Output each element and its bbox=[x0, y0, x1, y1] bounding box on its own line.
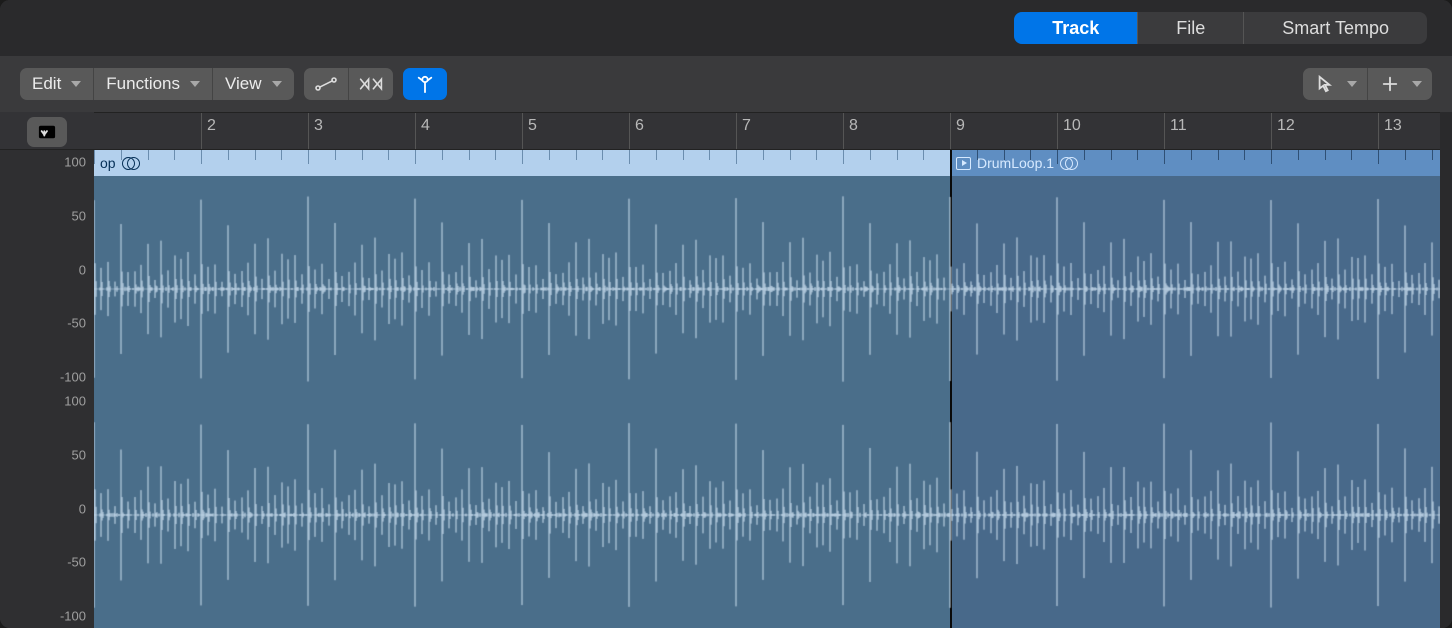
editor-tab-row: Track File Smart Tempo bbox=[0, 0, 1452, 56]
bar-number: 3 bbox=[314, 117, 323, 135]
bar-number: 9 bbox=[956, 117, 965, 135]
flex-button[interactable] bbox=[349, 68, 393, 100]
chevron-down-icon bbox=[1347, 81, 1357, 87]
catch-playhead-button[interactable] bbox=[403, 68, 447, 100]
tab-smart-tempo[interactable]: Smart Tempo bbox=[1243, 12, 1427, 44]
vertical-scrollbar[interactable] bbox=[1440, 112, 1452, 628]
tab-file[interactable]: File bbox=[1137, 12, 1243, 44]
bar-number: 10 bbox=[1063, 117, 1081, 135]
amp-label: -50 bbox=[67, 555, 86, 570]
amplitude-gutter: 100 100 50 50 0 0 -50 -50 -100 -100 bbox=[0, 150, 94, 628]
amp-label: -100 bbox=[60, 370, 86, 385]
amp-label: 0 bbox=[79, 262, 86, 277]
view-menu[interactable]: View bbox=[213, 68, 294, 100]
edit-menu[interactable]: Edit bbox=[20, 68, 94, 100]
chevron-down-icon bbox=[190, 81, 200, 87]
snap-menu-icon bbox=[1378, 75, 1402, 93]
bar-ruler[interactable]: 2 3 4 5 6 7 8 9 10 11 12 13 bbox=[94, 112, 1440, 150]
editor-toolbar: Edit Functions View bbox=[0, 56, 1452, 112]
amp-label: -50 bbox=[67, 316, 86, 331]
bar-number: 8 bbox=[849, 117, 858, 135]
bar-number: 6 bbox=[635, 117, 644, 135]
automation-button[interactable] bbox=[304, 68, 349, 100]
waveform bbox=[94, 176, 1440, 628]
flex-icon bbox=[359, 75, 383, 93]
inspector-toggle-button[interactable] bbox=[27, 117, 67, 147]
chevron-down-icon bbox=[272, 81, 282, 87]
bar-number: 11 bbox=[1170, 117, 1187, 135]
bar-number: 5 bbox=[528, 117, 537, 135]
bar-number: 7 bbox=[742, 117, 751, 135]
amp-label: 50 bbox=[72, 447, 86, 462]
track-waveform-area[interactable]: opDrumLoop.1 bbox=[94, 150, 1440, 628]
pointer-tool-menu[interactable] bbox=[1303, 68, 1368, 100]
chevron-down-icon bbox=[71, 81, 81, 87]
ruler-corner bbox=[0, 112, 94, 150]
bar-number: 4 bbox=[421, 117, 430, 135]
amp-label: 50 bbox=[72, 208, 86, 223]
bar-number: 12 bbox=[1277, 117, 1295, 135]
edit-label: Edit bbox=[32, 74, 61, 94]
amp-label: 0 bbox=[79, 501, 86, 516]
amp-label: 100 bbox=[64, 155, 86, 170]
audio-editor-window: Track File Smart Tempo Edit Functions Vi… bbox=[0, 0, 1452, 628]
editor-tabs: Track File Smart Tempo bbox=[1014, 12, 1427, 44]
amp-label: -100 bbox=[60, 609, 86, 624]
bar-number: 2 bbox=[207, 117, 216, 135]
bar-number: 13 bbox=[1384, 117, 1402, 135]
tab-track[interactable]: Track bbox=[1014, 12, 1137, 44]
functions-label: Functions bbox=[106, 74, 180, 94]
inspector-icon bbox=[35, 123, 59, 141]
chevron-down-icon bbox=[1412, 81, 1422, 87]
automation-curve-icon bbox=[314, 75, 338, 93]
pointer-tool-icon bbox=[1313, 75, 1337, 93]
catch-playhead-icon bbox=[413, 75, 437, 93]
snap-menu[interactable] bbox=[1368, 68, 1432, 100]
amp-label: 100 bbox=[64, 394, 86, 409]
view-label: View bbox=[225, 74, 262, 94]
functions-menu[interactable]: Functions bbox=[94, 68, 213, 100]
